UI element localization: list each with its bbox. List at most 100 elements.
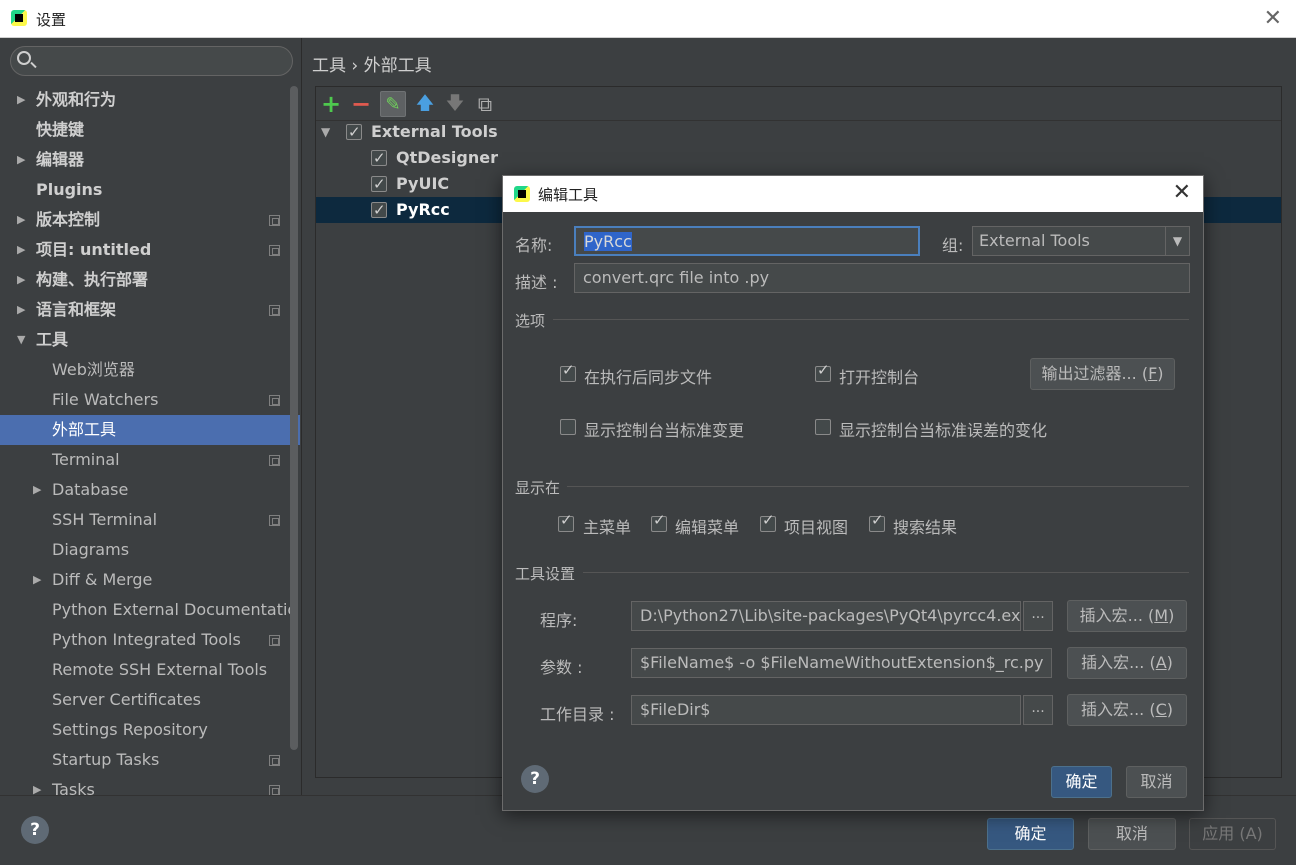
- sidebar-item[interactable]: Startup Tasks: [0, 745, 300, 775]
- chevron-right-icon[interactable]: ▶: [33, 475, 41, 505]
- sidebar-item-label: 外部工具: [52, 420, 117, 439]
- sidebar-item[interactable]: SSH Terminal: [0, 505, 300, 535]
- insert-macro-program-button[interactable]: 插入宏... (M): [1067, 600, 1187, 632]
- add-icon[interactable]: +: [318, 91, 344, 117]
- remove-icon[interactable]: −: [348, 91, 374, 117]
- copy-icon[interactable]: ⧉: [472, 91, 498, 117]
- dialog-ok-button[interactable]: 确定: [1051, 766, 1112, 798]
- show-stdout-checkbox[interactable]: [560, 419, 576, 435]
- tree-expand-icon[interactable]: ▼: [321, 119, 330, 145]
- open-console-checkbox[interactable]: [815, 361, 831, 382]
- sidebar-item[interactable]: ▶ 外观和行为: [0, 85, 300, 115]
- program-field[interactable]: D:\Python27\Lib\site-packages\PyQt4\pyrc…: [631, 601, 1021, 631]
- sidebar-item[interactable]: Server Certificates: [0, 685, 300, 715]
- tools-group-row[interactable]: ▼ External Tools: [316, 119, 1281, 145]
- sidebar-item[interactable]: 快捷键: [0, 115, 300, 145]
- dialog-title: 编辑工具: [538, 186, 599, 204]
- output-filters-button[interactable]: 输出过滤器... (F): [1030, 358, 1175, 390]
- chevron-right-icon[interactable]: ▶: [17, 85, 25, 115]
- dialog-cancel-button[interactable]: 取消: [1126, 766, 1187, 798]
- move-down-icon[interactable]: 🡇: [442, 91, 468, 117]
- editor-menu-label: 编辑菜单: [675, 518, 740, 537]
- sidebar-item[interactable]: ▶ 构建、执行部署: [0, 265, 300, 295]
- window-titlebar: 设置 ✕: [0, 0, 1296, 38]
- ok-button[interactable]: 确定: [987, 818, 1074, 850]
- search-results-checkbox[interactable]: [869, 511, 885, 532]
- parameters-field[interactable]: $FileName$ -o $FileNameWithoutExtension$…: [631, 648, 1052, 678]
- chevron-right-icon[interactable]: ▶: [17, 145, 25, 175]
- sidebar-item-label: 版本控制: [36, 210, 101, 229]
- group-value: External Tools: [979, 231, 1090, 250]
- breadcrumb: 工具 › 外部工具: [312, 56, 432, 76]
- group-combobox[interactable]: External Tools ▼: [972, 226, 1190, 256]
- sidebar-item[interactable]: Web浏览器: [0, 355, 300, 385]
- sync-files-checkbox[interactable]: [560, 361, 576, 382]
- chevron-right-icon[interactable]: ▶: [17, 295, 25, 325]
- sidebar-item[interactable]: ▶ 项目: untitled: [0, 235, 300, 265]
- sidebar-item-label: Python Integrated Tools: [52, 630, 241, 649]
- editor-menu-checkbox[interactable]: [651, 511, 667, 532]
- window-title: 设置: [36, 11, 67, 29]
- project-scope-icon: [269, 305, 280, 316]
- name-field[interactable]: PyRcc: [574, 226, 920, 256]
- insert-macro-workdir-button[interactable]: 插入宏... (C): [1067, 694, 1187, 726]
- sidebar-item-label: Settings Repository: [52, 720, 208, 739]
- cancel-button[interactable]: 取消: [1088, 818, 1176, 850]
- sidebar-item-label: 工具: [36, 330, 69, 349]
- chevron-right-icon[interactable]: ▶: [17, 235, 25, 265]
- sidebar-scrollbar[interactable]: [290, 86, 298, 750]
- group-checkbox[interactable]: [346, 119, 362, 145]
- tool-checkbox[interactable]: [371, 171, 387, 197]
- sidebar-item[interactable]: File Watchers: [0, 385, 300, 415]
- edit-icon[interactable]: ✎: [380, 91, 406, 117]
- chevron-right-icon[interactable]: ▶: [17, 265, 25, 295]
- move-up-icon[interactable]: 🡅: [412, 91, 438, 117]
- sidebar-item[interactable]: ▶ Database: [0, 475, 300, 505]
- sidebar-item[interactable]: Terminal: [0, 445, 300, 475]
- sidebar-item-label: 快捷键: [36, 120, 85, 139]
- tool-checkbox[interactable]: [371, 145, 387, 171]
- sidebar-item[interactable]: Python Integrated Tools: [0, 625, 300, 655]
- show-stderr-checkbox[interactable]: [815, 419, 831, 435]
- open-console-label: 打开控制台: [839, 368, 920, 387]
- dialog-help-icon[interactable]: ?: [521, 765, 549, 793]
- parameters-label: 参数 :: [540, 658, 583, 677]
- sidebar-item[interactable]: ▶ 编辑器: [0, 145, 300, 175]
- working-directory-field[interactable]: $FileDir$: [631, 695, 1021, 725]
- sidebar-item[interactable]: Remote SSH External Tools: [0, 655, 300, 685]
- insert-macro-params-button[interactable]: 插入宏... (A): [1067, 647, 1187, 679]
- tool-checkbox[interactable]: [371, 197, 387, 223]
- sidebar-item-label: File Watchers: [52, 390, 159, 409]
- apply-button[interactable]: 应用 (A): [1189, 818, 1276, 850]
- sidebar-item[interactable]: Python External Documentatic: [0, 595, 300, 625]
- sidebar-item[interactable]: ▼ 工具: [0, 325, 300, 355]
- program-label: 程序:: [540, 611, 578, 630]
- divider: [553, 319, 1189, 320]
- sidebar-item[interactable]: Diagrams: [0, 535, 300, 565]
- chevron-right-icon[interactable]: ▶: [33, 565, 41, 595]
- main-menu-checkbox[interactable]: [558, 511, 574, 532]
- browse-program-button[interactable]: ...: [1023, 601, 1053, 631]
- chevron-down-icon: ▼: [1165, 227, 1189, 255]
- tool-row-qtdesigner[interactable]: QtDesigner: [316, 145, 1281, 171]
- sidebar-item[interactable]: ▶ 语言和框架: [0, 295, 300, 325]
- chevron-down-icon[interactable]: ▼: [17, 325, 25, 355]
- pycharm-app-icon: [514, 186, 530, 202]
- settings-search-input[interactable]: [10, 46, 293, 76]
- show-in-section-title: 显示在: [515, 479, 561, 497]
- sidebar-item-label: 外观和行为: [36, 90, 117, 109]
- browse-workdir-button[interactable]: ...: [1023, 695, 1053, 725]
- project-view-checkbox[interactable]: [760, 511, 776, 532]
- window-close-icon[interactable]: ✕: [1264, 6, 1282, 31]
- sidebar-item-label: Python External Documentatic: [52, 600, 297, 619]
- sidebar-item[interactable]: Plugins: [0, 175, 300, 205]
- sidebar-item[interactable]: ▶ 版本控制: [0, 205, 300, 235]
- sidebar-item[interactable]: Settings Repository: [0, 715, 300, 745]
- sidebar-item-label: 语言和框架: [36, 300, 117, 319]
- sidebar-item[interactable]: 外部工具: [0, 415, 300, 445]
- help-icon[interactable]: ?: [21, 816, 49, 844]
- dialog-close-icon[interactable]: ✕: [1173, 180, 1191, 205]
- description-field[interactable]: convert.qrc file into .py: [574, 263, 1190, 293]
- chevron-right-icon[interactable]: ▶: [17, 205, 25, 235]
- sidebar-item[interactable]: ▶ Diff & Merge: [0, 565, 300, 595]
